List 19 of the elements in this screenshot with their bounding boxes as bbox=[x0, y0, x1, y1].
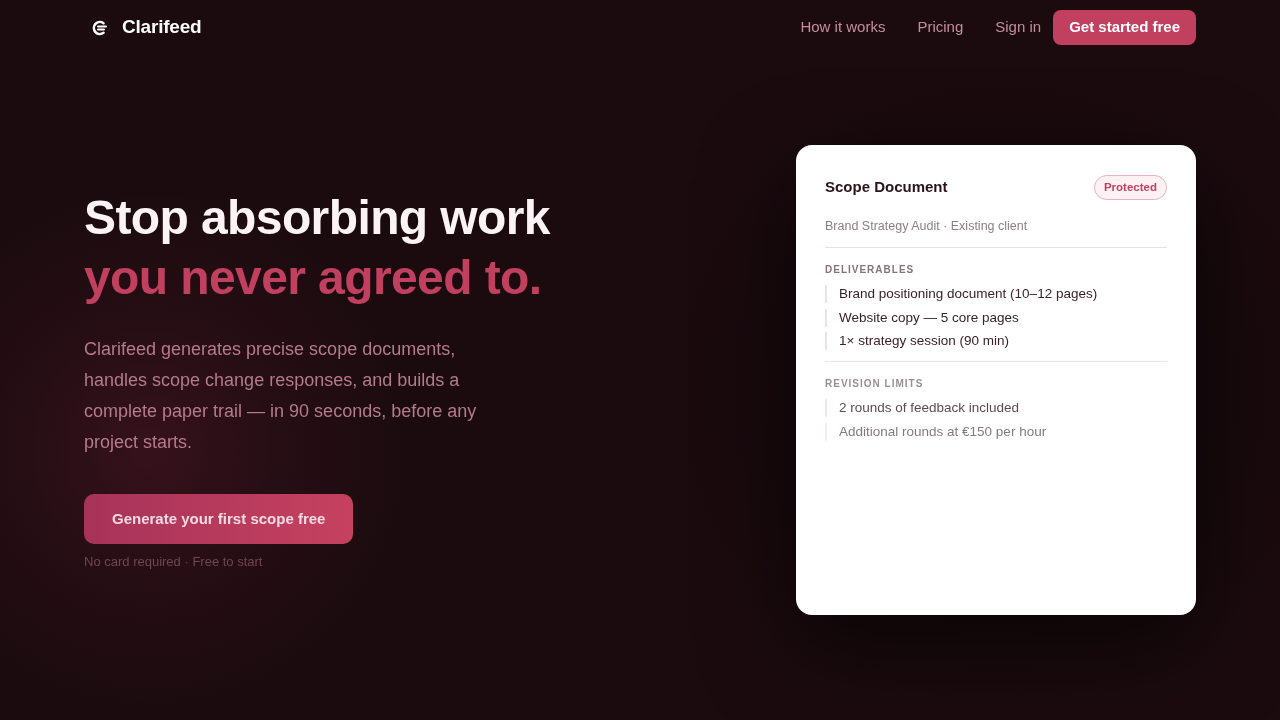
nav-link[interactable]: How it works bbox=[784, 16, 902, 39]
card-title: Scope Document bbox=[825, 177, 948, 198]
card-subtitle: Brand Strategy Audit · Existing client bbox=[825, 218, 1029, 236]
protected-badge: Protected bbox=[1093, 175, 1167, 201]
scope-item: Website copy — 5 core pages bbox=[825, 308, 1167, 327]
scope-item: Additional rounds at €150 per hour bbox=[825, 422, 1167, 441]
hero-note: No card required · Free to start bbox=[84, 553, 263, 572]
section-heading: REVISION LIMITS bbox=[825, 377, 925, 391]
nav-link[interactable]: Pricing bbox=[901, 16, 980, 39]
hero-description: Clarifeed generates precise scope documents, handles scope change responses, and builds a complete paper trail — in 90 seconds, before any project starts. bbox=[84, 338, 478, 455]
scope-item: Brand positioning document (10–12 pages) bbox=[825, 285, 1167, 303]
section-heading: DELIVERABLES bbox=[825, 263, 916, 277]
logo-icon bbox=[88, 16, 110, 39]
brand-name: Clarifeed bbox=[122, 15, 202, 40]
get-started-button[interactable]: Get started free bbox=[1053, 10, 1196, 45]
scope-item: 1× strategy session (90 min) bbox=[825, 332, 1167, 350]
generate-scope-button[interactable]: Generate your first scope free bbox=[84, 494, 354, 545]
scope-item: 2 rounds of feedback included bbox=[825, 399, 1167, 417]
hero-headline: Stop absorbing work you never agreed to. bbox=[84, 190, 550, 307]
